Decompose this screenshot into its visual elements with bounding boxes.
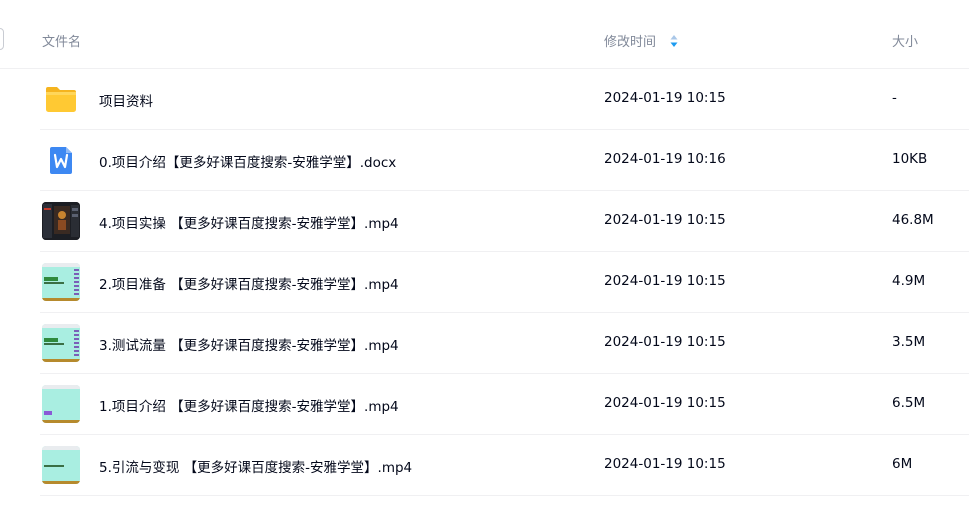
video-thumbnail-icon [42,324,80,362]
file-size: - [892,90,897,106]
sort-icon[interactable] [670,34,678,48]
folder-icon [42,80,80,118]
file-row-docx[interactable]: 0.项目介绍【更多好课百度搜索-安雅学堂】.docx 2024-01-19 10… [40,130,969,191]
file-row-mp4[interactable]: 5.引流与变现 【更多好课百度搜索-安雅学堂】.mp4 2024-01-19 1… [40,435,969,496]
file-modified-time: 2024-01-19 10:16 [604,151,726,167]
column-header-modified-time-label: 修改时间 [604,35,657,50]
column-header-name[interactable]: 文件名 [42,31,81,50]
file-modified-time: 2024-01-19 10:15 [604,90,726,106]
video-thumbnail-icon [42,446,80,484]
file-name[interactable]: 4.项目实操 【更多好课百度搜索-安雅学堂】.mp4 [99,212,399,232]
file-size: 46.8M [892,212,934,228]
file-row-mp4[interactable]: 3.测试流量 【更多好课百度搜索-安雅学堂】.mp4 2024-01-19 10… [40,313,969,374]
video-thumbnail-icon [42,263,80,301]
file-name[interactable]: 1.项目介绍 【更多好课百度搜索-安雅学堂】.mp4 [99,395,399,415]
video-thumbnail-icon [42,202,80,240]
file-row-mp4[interactable]: 2.项目准备 【更多好课百度搜索-安雅学堂】.mp4 2024-01-19 10… [40,252,969,313]
file-size: 4.9M [892,273,926,289]
file-row-folder[interactable]: 项目资料 2024-01-19 10:15 - [40,69,969,130]
file-modified-time: 2024-01-19 10:15 [604,334,726,350]
file-size: 3.5M [892,334,926,350]
file-modified-time: 2024-01-19 10:15 [604,456,726,472]
file-name[interactable]: 3.测试流量 【更多好课百度搜索-安雅学堂】.mp4 [99,334,399,354]
column-header-modified-time[interactable]: 修改时间 [604,31,678,50]
file-name[interactable]: 项目资料 [99,90,153,110]
file-modified-time: 2024-01-19 10:15 [604,395,726,411]
file-list-page: 文件名 修改时间 大小 项目资料 2024-01-19 10:15 - 0.项目… [0,0,969,523]
file-row-mp4[interactable]: 4.项目实操 【更多好课百度搜索-安雅学堂】.mp4 2024-01-19 10… [40,191,969,252]
file-size: 6M [892,456,913,472]
word-doc-icon [42,141,80,179]
file-list-header: 文件名 修改时间 大小 [0,0,969,69]
video-thumbnail-icon [42,385,80,423]
file-name[interactable]: 0.项目介绍【更多好课百度搜索-安雅学堂】.docx [99,151,396,171]
file-modified-time: 2024-01-19 10:15 [604,212,726,228]
file-list: 项目资料 2024-01-19 10:15 - 0.项目介绍【更多好课百度搜索-… [0,69,969,496]
file-name[interactable]: 5.引流与变现 【更多好课百度搜索-安雅学堂】.mp4 [99,456,412,476]
file-size: 10KB [892,151,928,167]
file-size: 6.5M [892,395,926,411]
file-name[interactable]: 2.项目准备 【更多好课百度搜索-安雅学堂】.mp4 [99,273,399,293]
column-header-size[interactable]: 大小 [892,31,918,50]
file-modified-time: 2024-01-19 10:15 [604,273,726,289]
file-row-mp4[interactable]: 1.项目介绍 【更多好课百度搜索-安雅学堂】.mp4 2024-01-19 10… [40,374,969,435]
